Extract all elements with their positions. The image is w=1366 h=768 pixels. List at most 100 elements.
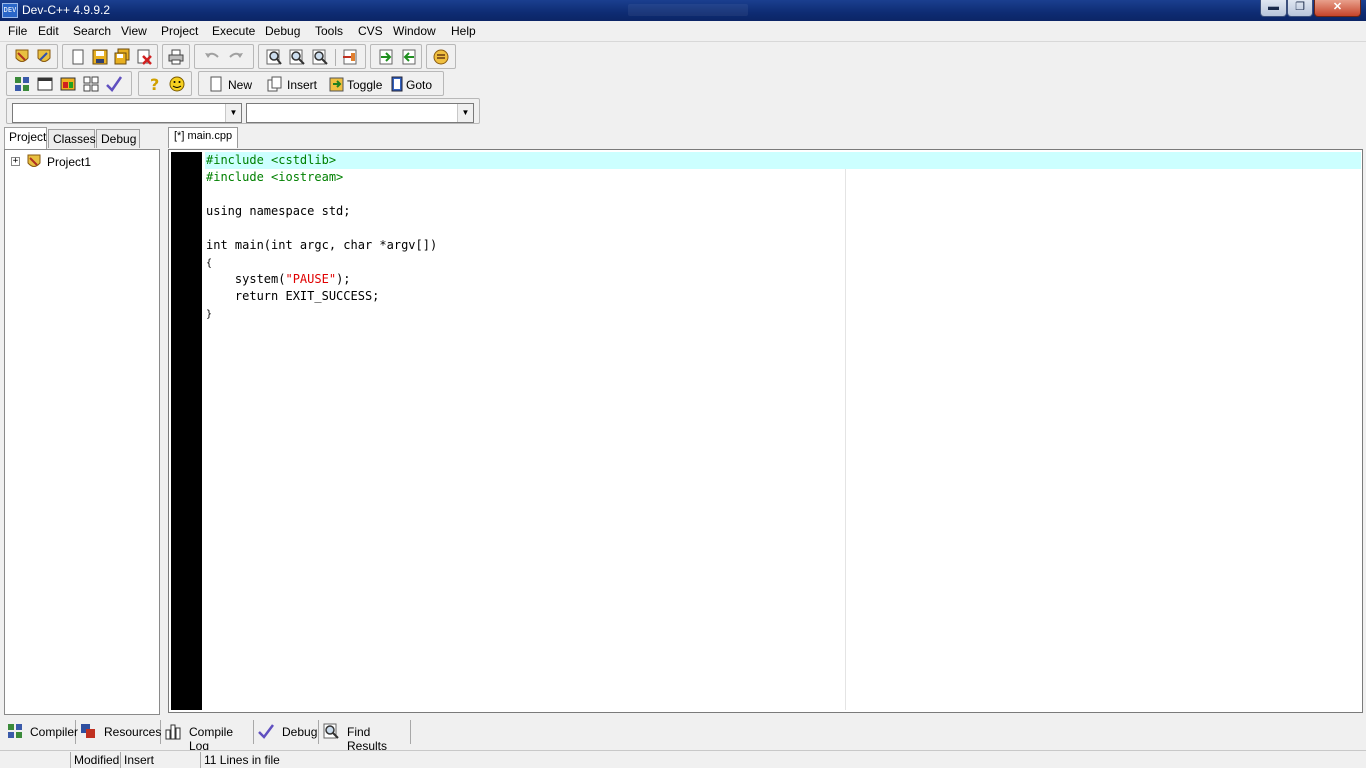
undo-button[interactable]: [203, 48, 221, 66]
resources-icon: [81, 724, 95, 738]
code-line[interactable]: [205, 220, 1361, 237]
chevron-down-icon[interactable]: ▼: [225, 104, 241, 122]
find-icon: [266, 49, 282, 65]
help-button[interactable]: ?: [145, 75, 163, 94]
tab-debug[interactable]: Debug: [96, 129, 140, 148]
code-token: #include <cstdlib>: [206, 153, 337, 167]
remove-from-project-button[interactable]: [400, 48, 418, 66]
bar-chart-icon: [165, 724, 181, 740]
menu-file[interactable]: File: [8, 24, 27, 38]
tab-classes[interactable]: Classes: [48, 129, 96, 148]
dev-cpp-app-icon[interactable]: DEV: [2, 3, 18, 18]
debug-check-button[interactable]: [105, 75, 123, 93]
add-to-project-button[interactable]: [377, 48, 395, 66]
compiler-tab-label: Compiler: [30, 725, 79, 739]
goto-bookmark-button[interactable]: Goto: [389, 72, 437, 96]
tree-item-project1[interactable]: Project1: [47, 155, 91, 169]
menu-help[interactable]: Help: [451, 24, 476, 38]
toolbar-group-print: [162, 44, 190, 69]
toolbar-separator: [335, 49, 336, 66]
tree-expand-toggle[interactable]: +: [11, 157, 20, 166]
find-next-button[interactable]: [311, 48, 329, 66]
menu-tools[interactable]: Tools: [315, 24, 343, 38]
tab-compiler[interactable]: Compiler: [4, 720, 79, 744]
menu-cvs[interactable]: CVS: [358, 24, 383, 38]
menu-debug[interactable]: Debug: [265, 24, 300, 38]
toggle-bookmark-button[interactable]: Toggle: [327, 72, 385, 96]
menu-edit[interactable]: Edit: [38, 24, 59, 38]
code-line[interactable]: system("PAUSE");: [205, 271, 1361, 288]
menu-window[interactable]: Window: [393, 24, 436, 38]
project-tree-panel: + Project1: [4, 149, 160, 715]
find-button[interactable]: [265, 48, 283, 66]
code-line[interactable]: }: [205, 305, 1361, 322]
code-area[interactable]: #include <cstdlib> #include <iostream> usi…: [205, 152, 1361, 322]
code-token: #include <iostream>: [206, 170, 344, 184]
close-button[interactable]: ✕: [1314, 0, 1361, 17]
compile-icon: [15, 77, 29, 91]
find-icon: [323, 723, 339, 739]
new-class-button[interactable]: New: [207, 72, 259, 96]
project-options-button[interactable]: [432, 48, 450, 66]
chevron-down-icon[interactable]: ▼: [457, 104, 473, 122]
code-token: {: [206, 258, 213, 269]
compile-and-run-button[interactable]: [59, 75, 77, 93]
code-line[interactable]: #include <iostream>: [205, 169, 1361, 186]
undo-icon: [205, 52, 219, 58]
remove-from-project-icon: [402, 49, 416, 65]
class-combo[interactable]: ▼: [12, 103, 242, 123]
code-line[interactable]: using namespace std;: [205, 203, 1361, 220]
save-button[interactable]: [91, 48, 109, 66]
code-editor[interactable]: #include <cstdlib> #include <iostream> usi…: [168, 149, 1363, 713]
smiley-icon: [169, 76, 185, 92]
tab-find-results[interactable]: Find Results: [320, 720, 411, 753]
run-button[interactable]: [36, 75, 54, 93]
minimize-button[interactable]: ▬: [1260, 0, 1287, 17]
open-project-button[interactable]: [35, 48, 53, 66]
goto-label: Goto: [406, 78, 433, 92]
rebuild-all-button[interactable]: [82, 75, 100, 93]
toolbar-group-add: [370, 44, 422, 69]
about-button[interactable]: [168, 75, 186, 93]
toggle-label: Toggle: [347, 78, 383, 92]
resources-tab-label: Resources: [104, 725, 162, 739]
toolbar-group-options: [426, 44, 456, 69]
redo-button[interactable]: [227, 48, 245, 66]
new-file-icon: [72, 49, 84, 65]
insert-button[interactable]: Insert: [265, 72, 323, 96]
goto-line-button[interactable]: [341, 48, 359, 66]
tab-resources[interactable]: Resources: [77, 720, 161, 744]
project-options-icon: [433, 49, 449, 65]
goto-bookmark-icon: [391, 76, 403, 92]
tab-debug-output[interactable]: Debug: [255, 720, 319, 744]
tab-project[interactable]: Project: [4, 127, 47, 149]
insert-icon: [267, 76, 282, 92]
close-file-button[interactable]: [135, 48, 153, 66]
menu-search[interactable]: Search: [73, 24, 111, 38]
find-next-icon: [312, 49, 328, 65]
redo-icon: [229, 52, 243, 58]
code-line[interactable]: {: [205, 254, 1361, 271]
tab-compile-log[interactable]: Compile Log: [162, 720, 254, 753]
new-file-button[interactable]: [69, 48, 87, 66]
menu-project[interactable]: Project: [161, 24, 198, 38]
code-line[interactable]: [205, 186, 1361, 203]
compile-button[interactable]: [13, 75, 31, 93]
toolbar-group-compile: [6, 71, 132, 96]
code-line[interactable]: int main(int argc, char *argv[]): [205, 237, 1361, 254]
code-line[interactable]: return EXIT_SUCCESS;: [205, 288, 1361, 305]
member-combo[interactable]: ▼: [246, 103, 474, 123]
save-icon: [92, 49, 108, 65]
save-all-button[interactable]: [113, 48, 131, 66]
toolbar-group-file: [62, 44, 158, 69]
replace-button[interactable]: [288, 48, 306, 66]
maximize-button[interactable]: ❐: [1287, 0, 1313, 17]
editor-gutter[interactable]: [171, 152, 202, 710]
new-project-button[interactable]: [13, 48, 31, 66]
menu-view[interactable]: View: [121, 24, 147, 38]
save-all-icon: [114, 48, 130, 65]
print-button[interactable]: [167, 48, 185, 66]
menu-execute[interactable]: Execute: [212, 24, 255, 38]
code-line[interactable]: #include <cstdlib>: [205, 152, 1361, 169]
editor-tab-main-cpp[interactable]: [*] main.cpp: [168, 127, 239, 148]
